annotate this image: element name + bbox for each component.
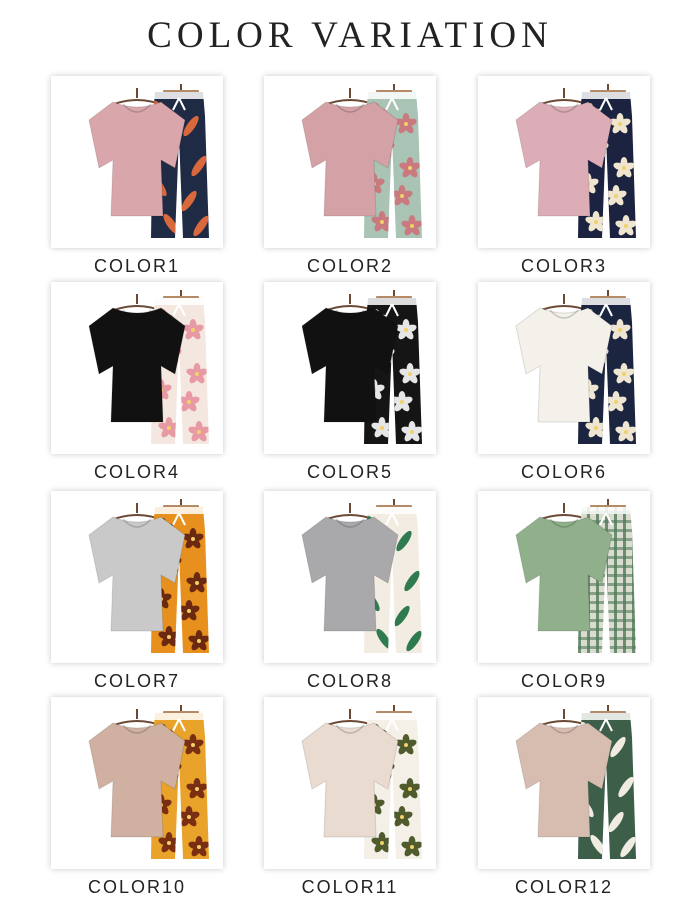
product-photo xyxy=(478,76,650,248)
color-option-card: COLOR12 xyxy=(478,697,650,897)
product-photo xyxy=(51,491,223,663)
color-option-card: COLOR7 xyxy=(51,491,223,691)
color-label: COLOR7 xyxy=(93,671,181,691)
color-label: COLOR6 xyxy=(520,462,608,482)
color-label: COLOR2 xyxy=(306,256,394,276)
pajama-set-icon xyxy=(88,499,209,653)
color-label: COLOR1 xyxy=(93,256,181,276)
pajama-set-icon xyxy=(88,705,209,859)
color-variation-grid: COLOR1 COLOR2 COLOR3 COLOR4 COLOR5 COLOR6 COLO… xyxy=(0,0,700,919)
product-photo xyxy=(264,282,436,454)
color-option-card: COLOR11 xyxy=(264,697,436,897)
pajama-set-icon xyxy=(301,290,422,444)
product-photo xyxy=(264,697,436,869)
pajama-set-icon xyxy=(88,84,209,238)
pajama-set-icon xyxy=(88,290,209,444)
color-option-card: COLOR6 xyxy=(478,282,650,482)
color-option-card: COLOR10 xyxy=(51,697,223,897)
product-photo xyxy=(478,282,650,454)
color-option-card: COLOR8 xyxy=(264,491,436,691)
color-option-card: COLOR3 xyxy=(478,76,650,276)
color-option-card: COLOR5 xyxy=(264,282,436,482)
color-label: COLOR11 xyxy=(301,877,399,897)
product-photo xyxy=(478,697,650,869)
product-photo xyxy=(478,491,650,663)
product-photo xyxy=(264,491,436,663)
color-label: COLOR8 xyxy=(306,671,394,691)
color-label: COLOR10 xyxy=(87,877,187,897)
pajama-set-icon xyxy=(515,705,636,859)
color-label: COLOR9 xyxy=(520,671,608,691)
color-label: COLOR5 xyxy=(306,462,394,482)
pajama-set-icon xyxy=(301,499,422,653)
product-photo xyxy=(51,697,223,869)
pajama-set-icon xyxy=(515,499,636,653)
pajama-set-icon xyxy=(301,705,422,859)
color-option-card: COLOR4 xyxy=(51,282,223,482)
color-option-card: COLOR1 xyxy=(51,76,223,276)
color-option-card: COLOR2 xyxy=(264,76,436,276)
product-photo xyxy=(51,76,223,248)
color-label: COLOR3 xyxy=(520,256,608,276)
pajama-set-icon xyxy=(301,84,422,238)
product-photo xyxy=(51,282,223,454)
color-label: COLOR4 xyxy=(93,462,181,482)
color-label: COLOR12 xyxy=(514,877,614,897)
pajama-set-icon xyxy=(515,84,636,238)
pajama-set-icon xyxy=(515,290,636,444)
color-option-card: COLOR9 xyxy=(478,491,650,691)
product-photo xyxy=(264,76,436,248)
